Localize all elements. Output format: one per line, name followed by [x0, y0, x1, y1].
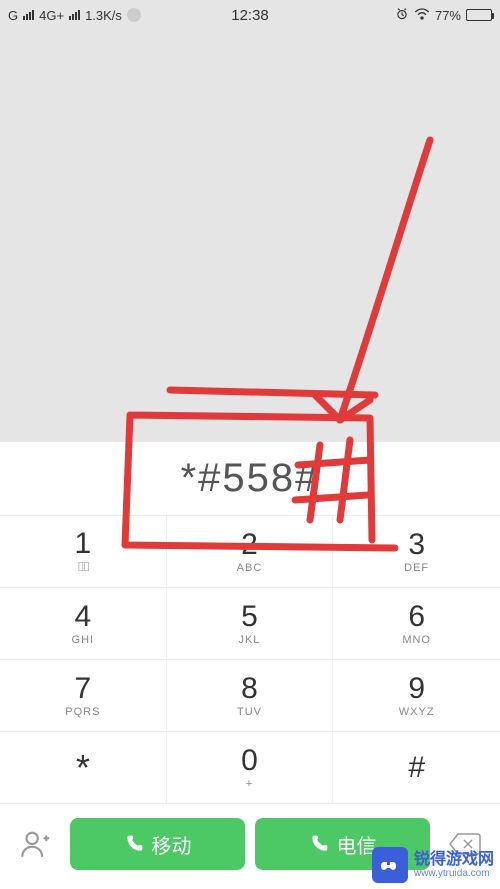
call-sim2-label: 电信	[337, 830, 377, 859]
key-hash[interactable]: #	[333, 732, 500, 804]
key-6[interactable]: 6 MNO	[333, 588, 500, 660]
key-digit: 3	[408, 530, 425, 560]
key-digit: 5	[241, 602, 258, 632]
key-sub: TUV	[237, 706, 262, 718]
network-g-label: G	[8, 8, 18, 23]
dial-history-area	[0, 30, 500, 442]
key-digit: 8	[241, 674, 258, 704]
key-sub: GHI	[72, 634, 95, 646]
battery-icon	[466, 9, 492, 21]
key-8[interactable]: 8 TUV	[167, 660, 334, 732]
signal-bars-icon	[23, 10, 34, 20]
key-sub: DEF	[404, 562, 429, 574]
watermark-sub: www.ytruida.com	[414, 868, 494, 879]
key-digit: 6	[408, 602, 425, 632]
call-sim1-button[interactable]: 移动	[70, 818, 245, 870]
dial-display: *#558#	[0, 442, 500, 516]
key-digit: 9	[408, 674, 425, 704]
key-sub: MNO	[402, 634, 431, 646]
status-bar: G 4G+ 1.3K/s 12:38 77%	[0, 0, 500, 30]
status-right: 77%	[395, 7, 492, 24]
keypad: 1 ⌷⌷ 2 ABC 3 DEF 4 GHI 5 JKL 6 MNO 7 PQR…	[0, 516, 500, 804]
network-4g-label: 4G+	[39, 8, 64, 23]
key-4[interactable]: 4 GHI	[0, 588, 167, 660]
key-digit: 1	[74, 529, 91, 559]
gamepad-icon	[372, 847, 408, 883]
signal-bars-icon	[69, 10, 80, 20]
key-digit: 7	[74, 674, 91, 704]
key-digit: *	[76, 750, 90, 786]
status-left: G 4G+ 1.3K/s	[8, 8, 141, 23]
clock-label: 12:38	[231, 7, 269, 24]
key-sub: JKL	[239, 634, 261, 646]
key-digit: 0	[241, 746, 258, 776]
data-speed-label: 1.3K/s	[85, 8, 122, 23]
key-sub: PQRS	[65, 706, 100, 718]
key-sub: WXYZ	[399, 706, 435, 718]
voicemail-icon: ⌷⌷	[77, 559, 89, 575]
battery-percent-label: 77%	[435, 8, 461, 23]
key-digit: 2	[241, 530, 258, 560]
wechat-icon	[127, 8, 141, 22]
call-sim1-label: 移动	[152, 830, 192, 859]
watermark-main: 锐得游戏网	[414, 851, 494, 869]
phone-icon	[309, 834, 329, 854]
key-sub: +	[246, 778, 253, 790]
alarm-icon	[395, 7, 409, 24]
phone-icon	[124, 834, 144, 854]
key-sub: ABC	[237, 562, 263, 574]
entered-number: *#558#	[181, 456, 320, 501]
add-contact-button[interactable]	[10, 819, 60, 869]
key-digit: #	[408, 753, 425, 783]
key-digit: 4	[74, 602, 91, 632]
key-3[interactable]: 3 DEF	[333, 516, 500, 588]
wifi-icon	[414, 8, 430, 23]
watermark: 锐得游戏网 www.ytruida.com	[372, 847, 494, 883]
key-9[interactable]: 9 WXYZ	[333, 660, 500, 732]
key-0[interactable]: 0 +	[167, 732, 334, 804]
key-star[interactable]: *	[0, 732, 167, 804]
key-7[interactable]: 7 PQRS	[0, 660, 167, 732]
key-2[interactable]: 2 ABC	[167, 516, 334, 588]
key-1[interactable]: 1 ⌷⌷	[0, 516, 167, 588]
key-5[interactable]: 5 JKL	[167, 588, 334, 660]
